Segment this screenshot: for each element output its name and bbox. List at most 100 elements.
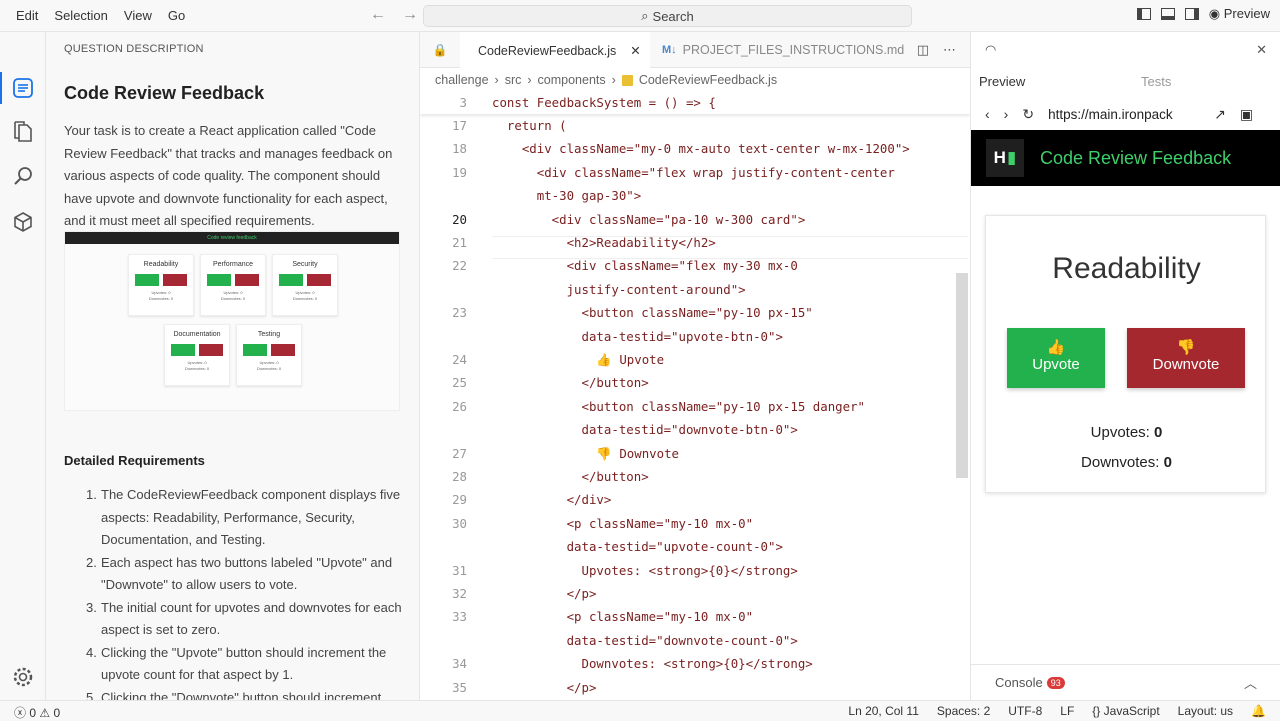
code-line[interactable]: 25 </button> (420, 371, 970, 394)
code-line[interactable]: data-testid="upvote-count-0"> (420, 535, 970, 558)
code-line[interactable]: data-testid="upvote-btn-0"> (420, 325, 970, 348)
code-line[interactable]: 17 return ( (420, 114, 970, 137)
thumb-downvotes: Downvotes: 0 (292, 296, 318, 301)
preview-toggle[interactable]: ◉ Preview (1209, 6, 1270, 22)
code-line[interactable]: 28 </button> (420, 465, 970, 488)
list-number: 2. (86, 554, 97, 570)
chevron-up-icon[interactable]: ︿ (1244, 673, 1257, 692)
code-text: <div className="flex my-30 mx-0 (492, 258, 798, 274)
code-line[interactable]: 33 <p className="my-10 mx-0" (420, 605, 970, 628)
external-link-icon[interactable]: ↗ (1214, 106, 1226, 123)
list-number: 5. (86, 689, 97, 701)
code-line[interactable]: 27 👎 Downvote (420, 442, 970, 465)
code-text: </div> (492, 492, 612, 508)
more-actions-icon[interactable]: ⋯ (943, 42, 956, 58)
code-area[interactable]: 3 const FeedbackSystem = () => {17 return… (420, 91, 970, 700)
code-line[interactable]: 31 Upvotes: <strong>{0}</strong> (420, 559, 970, 582)
breadcrumb-item[interactable]: components (538, 73, 606, 87)
code-line[interactable]: 32 </p> (420, 582, 970, 605)
refresh-icon[interactable]: ↻ (1022, 106, 1034, 123)
code-line[interactable]: 29 </div> (420, 488, 970, 511)
tab-preview[interactable]: Preview (979, 74, 1025, 89)
toggle-sidebar-icon[interactable] (1136, 8, 1151, 20)
keyboard-layout[interactable]: Layout: us (1178, 704, 1233, 718)
downvote-label: Downvote (1152, 356, 1220, 373)
description-icon[interactable] (11, 76, 35, 100)
tab-project-files-instructions[interactable]: M↓ PROJECT_FILES_INSTRUCTIONS.md (650, 32, 904, 68)
upvote-button[interactable]: 👍 Upvote (1007, 328, 1105, 388)
files-icon[interactable] (11, 120, 35, 144)
devtools-icon[interactable]: ▣ (1240, 106, 1253, 123)
indentation[interactable]: Spaces: 2 (937, 704, 990, 718)
sticky-scroll-line[interactable]: 3 const FeedbackSystem = () => { (420, 91, 970, 114)
breadcrumb-item[interactable]: src (505, 73, 522, 87)
menu-edit[interactable]: Edit (8, 0, 46, 32)
code-line[interactable]: 22 <div className="flex my-30 mx-0 (420, 254, 970, 277)
warning-icon: ⚠ (39, 706, 51, 720)
language-mode[interactable]: {} JavaScript (1092, 704, 1159, 718)
chevron-right-icon[interactable]: › (1004, 106, 1009, 122)
search-icon[interactable] (11, 164, 35, 188)
list-text: Clicking the "Downvote" button should in… (101, 689, 382, 701)
cursor-position[interactable]: Ln 20, Col 11 (848, 704, 919, 718)
encoding[interactable]: UTF-8 (1008, 704, 1042, 718)
settings-gear-icon[interactable] (11, 665, 35, 689)
menu-go[interactable]: Go (160, 0, 193, 32)
forward-arrow-icon[interactable]: → (402, 6, 418, 24)
tab-tests[interactable]: Tests (1141, 74, 1171, 89)
chevron-left-icon[interactable]: ‹ (985, 106, 990, 122)
close-icon[interactable]: ✕ (1256, 42, 1267, 58)
editor-scrollbar[interactable] (956, 273, 968, 478)
console-bar[interactable]: Console 93 ︿ (971, 664, 1280, 700)
code-line[interactable]: 24 👍 Upvote (420, 348, 970, 371)
command-search[interactable]: ⌕ Search (423, 5, 912, 27)
code-line[interactable]: 18 <div className="my-0 mx-auto text-cen… (420, 137, 970, 160)
preview-tabs: Preview Tests (971, 68, 1280, 96)
broadcast-icon[interactable]: ◠ (985, 42, 996, 58)
thumb-downvotes: Downvotes: 0 (220, 296, 246, 301)
lock-icon[interactable]: 🔒 (420, 32, 460, 68)
code-line[interactable]: 26 <button className="py-10 px-15 danger… (420, 395, 970, 418)
extensions-cube-icon[interactable] (11, 210, 35, 234)
editor-tabs: 🔒 CodeReviewFeedback.js ✕ M↓ PROJECT_FIL… (420, 32, 970, 68)
toggle-panel-icon[interactable] (1160, 8, 1175, 20)
warning-count: 0 (53, 706, 61, 720)
editor-actions: ◫ ⋯ (917, 42, 956, 58)
code-text: return ( (492, 118, 567, 133)
code-text: </p> (492, 586, 597, 601)
code-text: justify-content-around"> (492, 281, 746, 297)
code-line[interactable]: 20 <div className="pa-10 w-300 card"> (420, 208, 970, 231)
breadcrumb-item[interactable]: CodeReviewFeedback.js (639, 73, 777, 87)
notifications-bell-icon[interactable]: 🔔 (1251, 704, 1266, 718)
code-line[interactable]: 35 </p> (420, 676, 970, 699)
line-ending[interactable]: LF (1060, 704, 1074, 718)
code-line[interactable]: 21 <h2>Readability</h2> (420, 231, 970, 254)
breadcrumb: challenge › src › components › CodeReviewFe… (435, 69, 777, 91)
problems-indicator[interactable]: ⓧ 0 ⚠ 0 (14, 704, 60, 721)
code-text: data-testid="downvote-btn-0"> (492, 422, 798, 438)
code-line[interactable]: justify-content-around"> (420, 278, 970, 301)
close-icon[interactable]: ✕ (630, 43, 640, 58)
back-arrow-icon[interactable]: ← (370, 6, 386, 24)
menu-selection[interactable]: Selection (46, 0, 115, 32)
tab-codereviewfeedback[interactable]: CodeReviewFeedback.js ✕ (460, 32, 650, 68)
breadcrumb-item[interactable]: challenge (435, 73, 489, 87)
code-line[interactable]: 19 <div className="flex wrap justify-con… (420, 161, 970, 184)
code-line[interactable]: data-testid="downvote-btn-0"> (420, 418, 970, 441)
list-text: The CodeReviewFeedback component display… (101, 487, 401, 547)
menu-view[interactable]: View (116, 0, 160, 32)
code-line[interactable]: 30 <p className="my-10 mx-0" (420, 512, 970, 535)
list-item: 4. Clicking the "Upvote" button should in… (64, 642, 404, 687)
split-editor-icon[interactable]: ◫ (917, 42, 929, 58)
thumb-card: Testing Upvotes: 0 Downvotes: 0 (236, 324, 302, 386)
code-line[interactable]: data-testid="downvote-count-0"> (420, 629, 970, 652)
code-line[interactable]: mt-30 gap-30"> (420, 184, 970, 207)
code-line[interactable]: 23 <button className="py-10 px-15" (420, 301, 970, 324)
code-line[interactable]: 34 Downvotes: <strong>{0}</strong> (420, 652, 970, 675)
url-field[interactable]: https://main.ironpack (1048, 107, 1200, 122)
downvote-button[interactable]: 👎 Downvote (1127, 328, 1245, 388)
thumb-card: Readability Upvotes: 0 Downvotes: 0 (128, 254, 194, 316)
javascript-file-icon (621, 74, 633, 86)
toggle-secondary-sidebar-icon[interactable] (1184, 8, 1199, 20)
code-text: <h2>Readability</h2> (492, 235, 716, 250)
